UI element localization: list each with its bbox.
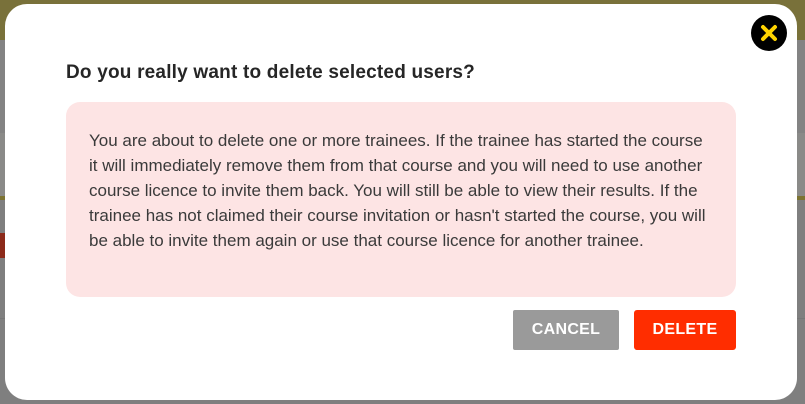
close-icon: [761, 25, 777, 41]
warning-message-box: You are about to delete one or more trai…: [66, 102, 736, 297]
cancel-button[interactable]: CANCEL: [513, 310, 619, 350]
warning-message: You are about to delete one or more trai…: [89, 131, 706, 250]
delete-button[interactable]: DELETE: [634, 310, 736, 350]
page: Do you really want to delete selected us…: [0, 0, 805, 404]
close-button[interactable]: [751, 15, 787, 51]
dialog-title: Do you really want to delete selected us…: [66, 62, 475, 83]
delete-users-dialog: Do you really want to delete selected us…: [5, 4, 797, 400]
